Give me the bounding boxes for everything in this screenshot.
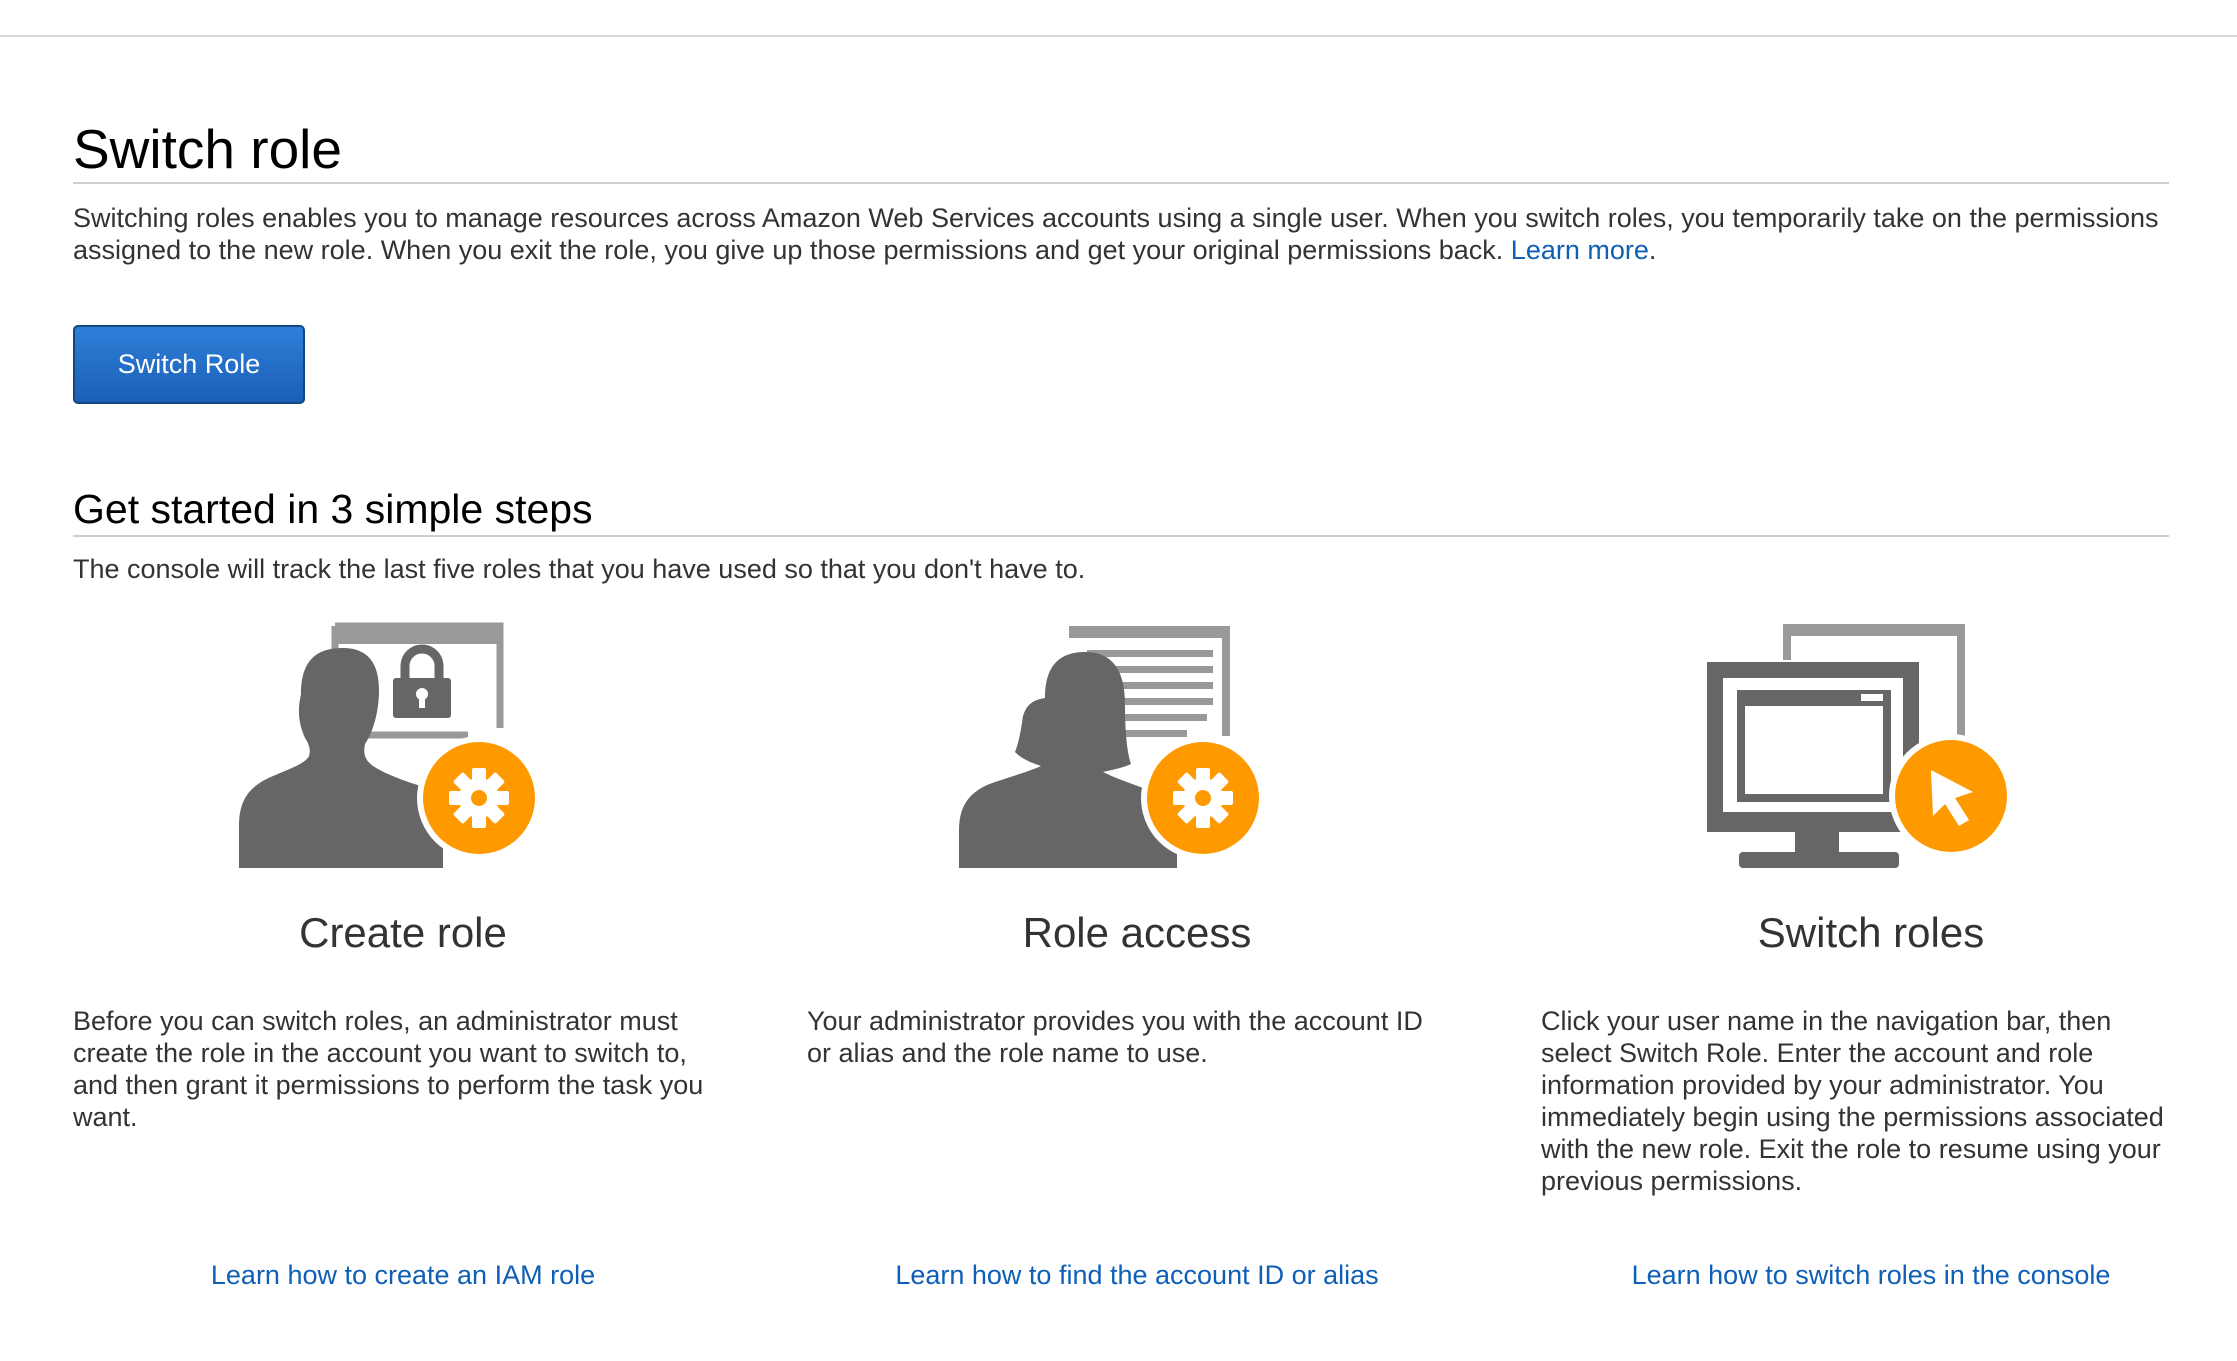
top-divider — [0, 35, 2237, 37]
intro-period: . — [1648, 235, 1657, 265]
learn-more-link[interactable]: Learn more — [1511, 235, 1649, 265]
step-1-description: Before you can switch roles, an administ… — [73, 1006, 704, 1132]
steps-divider — [73, 535, 2169, 537]
step-1-link[interactable]: Learn how to create an IAM role — [73, 1259, 733, 1291]
title-divider — [73, 182, 2169, 184]
step-3-link[interactable]: Learn how to switch roles in the console — [1541, 1259, 2201, 1291]
intro-text: Switching roles enables you to manage re… — [73, 203, 2159, 265]
step-3-title: Switch roles — [1757, 909, 1985, 956]
steps-subtitle: The console will track the last five rol… — [73, 554, 1086, 584]
step-2-description: Your administrator provides you with the… — [807, 1006, 1423, 1068]
page-title: Switch role — [73, 118, 342, 180]
steps-section-title: Get started in 3 simple steps — [73, 486, 593, 532]
step-2-link[interactable]: Learn how to find the account ID or alia… — [807, 1259, 1467, 1291]
user-with-document-gear-icon — [807, 620, 1467, 880]
step-2-title: Role access — [1022, 909, 1252, 956]
intro-paragraph: Switching roles enables you to manage re… — [73, 202, 2169, 266]
user-with-lock-gear-icon — [73, 620, 733, 880]
switch-role-button[interactable]: Switch Role — [73, 325, 305, 404]
step-3-description: Click your user name in the navigation b… — [1541, 1006, 2164, 1196]
monitor-with-cursor-icon — [1541, 620, 2201, 880]
step-1-title: Create role — [299, 909, 507, 956]
